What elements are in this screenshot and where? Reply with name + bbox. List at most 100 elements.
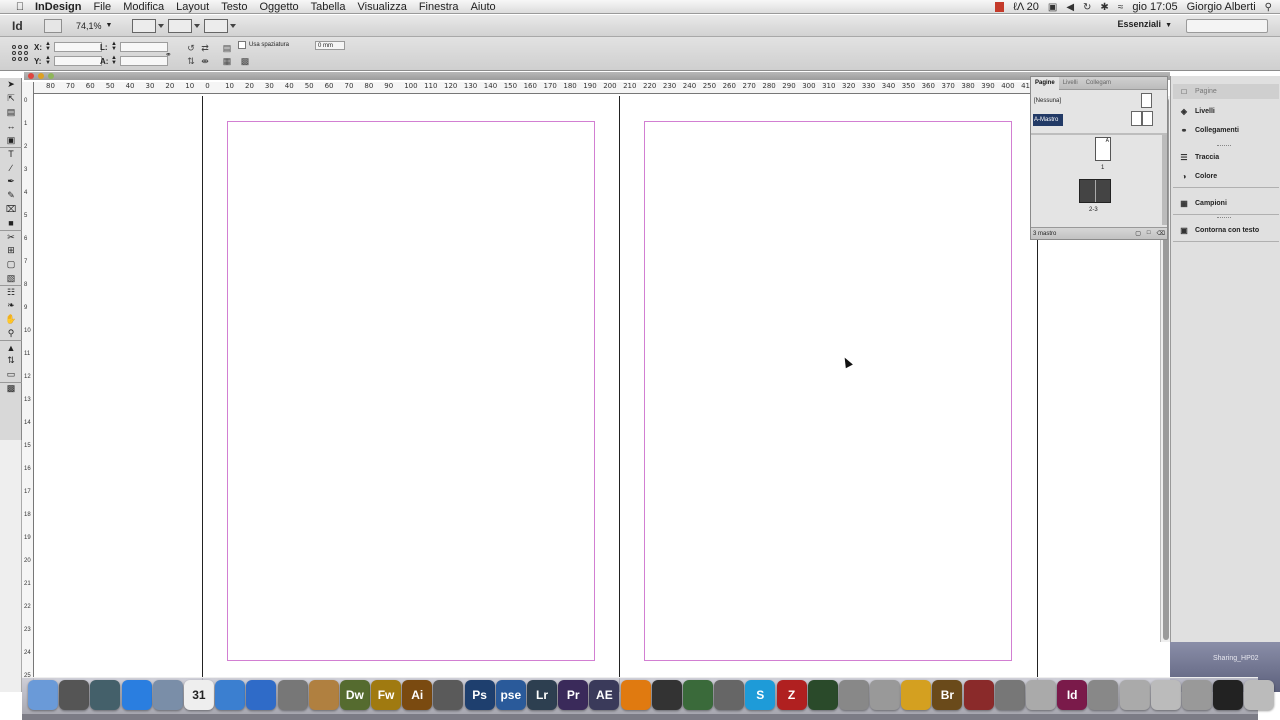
flip-horizontal-icon[interactable]: ⇄ <box>198 43 212 53</box>
panel-group-grip[interactable] <box>1217 217 1231 220</box>
reference-point-grid[interactable] <box>12 45 28 61</box>
app-menu[interactable]: InDesign <box>35 1 81 13</box>
menu-window[interactable]: Finestra <box>419 1 459 13</box>
y-position-input[interactable] <box>54 56 102 66</box>
dvd-player-dock-icon[interactable] <box>651 680 682 710</box>
bluetooth-icon[interactable]: ✱ <box>1100 2 1108 13</box>
zoom-tool-icon[interactable]: ⚲ <box>0 326 22 340</box>
wifi-icon[interactable]: ≈ <box>1118 2 1124 13</box>
menu-view[interactable]: Visualizza <box>357 1 406 13</box>
rotate-icon[interactable]: ↺ <box>184 43 198 53</box>
lightroom-dock-icon[interactable]: Lr <box>527 680 557 710</box>
width-input[interactable] <box>120 42 168 52</box>
stepper-icon[interactable]: ▲ ▼ <box>44 41 52 52</box>
dock-panel-links[interactable]: ⚭ Collegamenti <box>1173 123 1279 138</box>
finder-dock-icon[interactable] <box>28 680 58 710</box>
vlc-dock-icon[interactable] <box>620 680 651 710</box>
chrome-dock-icon[interactable] <box>901 680 932 710</box>
swap-fill-stroke-icon[interactable]: ⇅ <box>0 354 22 368</box>
stepper-icon[interactable]: ▲ ▼ <box>44 55 52 66</box>
menu-file[interactable]: File <box>93 1 111 13</box>
photo-booth-dock-icon[interactable] <box>963 680 994 710</box>
stepper-icon[interactable]: ▲ ▼ <box>110 41 118 52</box>
panel-group-grip[interactable] <box>1217 145 1231 148</box>
dock-panel-stroke[interactable]: ☰ Traccia <box>1173 150 1279 165</box>
dock-panel-swatches[interactable]: ▦ Campioni <box>1173 196 1279 211</box>
master-none-thumb[interactable] <box>1141 93 1152 108</box>
time-machine-icon[interactable]: ↻ <box>1083 2 1091 13</box>
stepper-icon[interactable]: ▲ ▼ <box>110 55 118 66</box>
selection-tool-icon[interactable]: ➤ <box>0 78 22 92</box>
launchpad-dock-icon[interactable] <box>59 680 90 710</box>
menu-type[interactable]: Testo <box>221 1 247 13</box>
gradient-swatch-tool-icon[interactable]: ▢ <box>0 257 22 271</box>
activity-monitor-dock-icon[interactable] <box>807 680 838 710</box>
zoom-icon[interactable] <box>48 73 54 79</box>
user-name[interactable]: Giorgio Alberti <box>1187 1 1256 13</box>
rectangle-tool-icon[interactable]: ■ <box>0 216 22 230</box>
system-prefs-dock-icon[interactable] <box>838 680 869 710</box>
line-tool-icon[interactable]: ∕ <box>0 161 22 175</box>
indesign-dock-icon[interactable]: Id <box>1057 680 1088 710</box>
dock-panel-text-wrap[interactable]: ▣ Contorna con testo <box>1173 223 1279 238</box>
apply-color-icon[interactable]: ▭ <box>0 368 22 382</box>
dreamweaver-dock-icon[interactable]: Dw <box>339 680 370 710</box>
tab-links[interactable]: Collegam <box>1082 77 1115 90</box>
type-tool-icon[interactable]: T <box>0 146 22 161</box>
x-position-input[interactable] <box>54 42 102 52</box>
safari-dock-icon[interactable] <box>215 680 246 710</box>
spacing-input[interactable]: 0 mm <box>315 41 345 50</box>
pencil-tool-icon[interactable]: ✎ <box>0 188 22 202</box>
rectangle-frame-tool-icon[interactable]: ⌧ <box>0 202 22 216</box>
page-tool-icon[interactable]: ▤ <box>0 106 22 120</box>
app-store-dock-icon[interactable] <box>121 680 152 710</box>
use-spacing-checkbox[interactable]: Usa spaziatura <box>238 41 289 49</box>
clock[interactable]: gio 17:05 <box>1132 1 1177 13</box>
edit-page-size-icon[interactable]: ▢ <box>1135 230 1141 237</box>
script-editor-dock-icon[interactable] <box>870 680 901 710</box>
tab-layers[interactable]: Livelli <box>1059 77 1082 90</box>
adobe-notifications[interactable]: ℓΛ 20 <box>1013 1 1039 13</box>
direct-selection-tool-icon[interactable]: ⇱ <box>0 92 22 106</box>
spotlight-icon[interactable]: ⚲ <box>1265 2 1272 13</box>
frame-fitting-icon[interactable]: ▩ <box>238 56 252 66</box>
constrain-proportions-icon[interactable]: ⚭ <box>165 50 173 60</box>
free-transform-tool-icon[interactable]: ⊞ <box>0 244 22 258</box>
hand-tool-icon[interactable]: ✋ <box>0 313 22 327</box>
bridge-dock-icon[interactable]: Br <box>932 680 963 710</box>
view-options-button[interactable] <box>132 18 164 33</box>
menu-object[interactable]: Oggetto <box>259 1 298 13</box>
downloads-dock-icon[interactable] <box>1119 680 1150 710</box>
spread-2-3-thumbnail[interactable] <box>1079 179 1111 203</box>
display-icon[interactable]: ▣ <box>1048 2 1057 13</box>
horizontal-ruler[interactable]: 80 70 60 50 40 30 20 10 0 10 20 30 40 50 60 70 80 90 100 11… <box>34 82 1030 94</box>
fireworks-dock-icon[interactable]: Fw <box>371 680 402 710</box>
select-content-icon[interactable]: ▦ <box>220 56 234 66</box>
align-icon[interactable]: ⇅ <box>184 56 198 66</box>
arrange-documents-button[interactable] <box>204 18 236 33</box>
screen-mode-icon[interactable]: ▩ <box>0 381 22 396</box>
flag-icon[interactable] <box>995 2 1005 12</box>
shared-device-label[interactable]: Sharing_HP02 <box>1213 655 1259 662</box>
pages-panel-scrollbar[interactable] <box>1162 135 1167 225</box>
calendar-dock-icon[interactable]: 31 <box>183 680 214 710</box>
zoom-level-dropdown[interactable]: 74,1% ▼ <box>76 19 120 33</box>
volume-icon[interactable]: ◀ <box>1066 2 1074 13</box>
photoshop-elements-dock-icon[interactable]: pse <box>495 680 526 710</box>
brush-dock-icon[interactable] <box>308 680 339 710</box>
workspace-switcher[interactable]: Essenziali ▼ <box>1118 19 1172 29</box>
textedit-dock-icon[interactable] <box>1026 680 1056 710</box>
after-effects-dock-icon[interactable]: AE <box>589 680 620 710</box>
delete-page-icon[interactable]: ⌫ <box>1157 230 1165 237</box>
lightroom-grey-dock-icon[interactable] <box>433 680 464 710</box>
itunes-dock-icon[interactable] <box>246 680 277 710</box>
gradient-feather-tool-icon[interactable]: ▧ <box>0 271 22 285</box>
premiere-dock-icon[interactable]: Pr <box>558 680 589 710</box>
master-a-thumb-left[interactable] <box>1131 111 1142 126</box>
select-container-icon[interactable]: ▤ <box>220 43 234 53</box>
vertical-ruler[interactable]: 0 1 2 3 4 5 6 7 8 9 10 11 12 13 14 15 16 17 18 19 20 21 22 23 24… <box>22 82 34 692</box>
monitor-dock-icon[interactable] <box>682 680 713 710</box>
dock-panel-color[interactable]: ◑ Colore <box>1173 169 1279 184</box>
close-icon[interactable] <box>28 73 34 79</box>
new-page-icon[interactable]: □ <box>1147 230 1151 237</box>
